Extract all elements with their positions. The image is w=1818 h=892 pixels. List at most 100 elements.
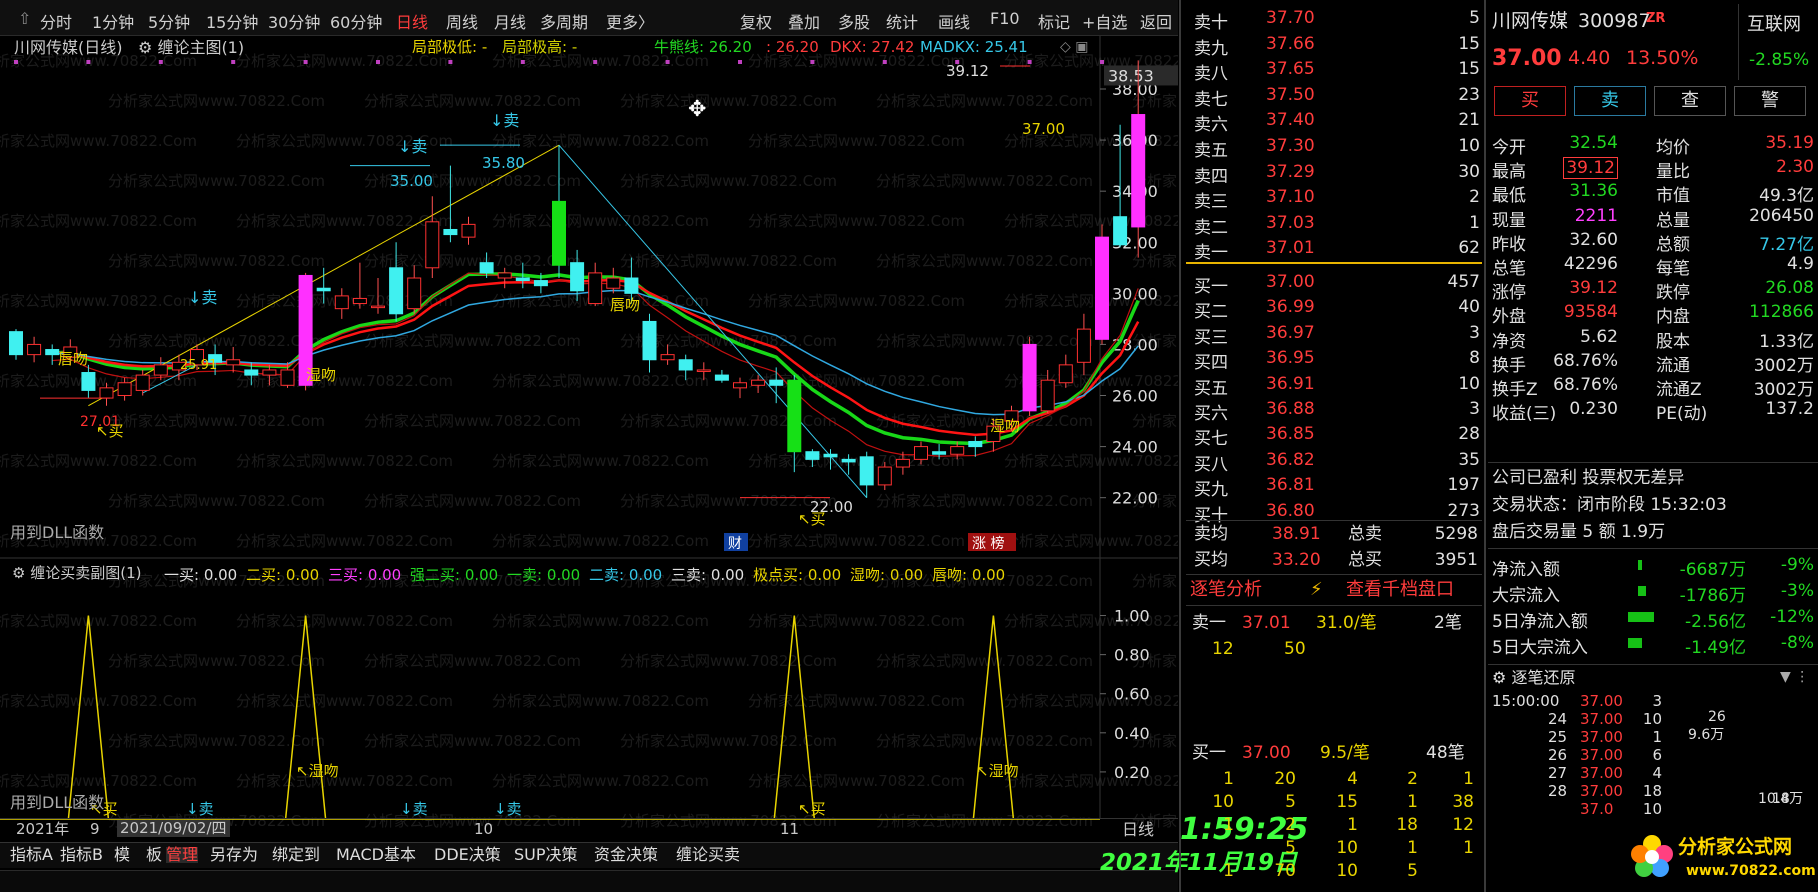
candle-body[interactable]: [1076, 328, 1091, 363]
book-row[interactable]: 卖十 37.70 5: [1186, 6, 1486, 33]
indicator-tab[interactable]: 另存为: [210, 847, 258, 863]
candle-body[interactable]: [877, 466, 892, 486]
indicator-tab[interactable]: 管理: [166, 847, 199, 863]
candle-body[interactable]: [841, 458, 856, 463]
book-row[interactable]: 卖八 37.65 15: [1186, 57, 1486, 84]
sell-button[interactable]: 卖: [1574, 86, 1646, 116]
candle-body[interactable]: [425, 221, 440, 269]
candle-body[interactable]: [733, 382, 747, 389]
candle-body[interactable]: [479, 262, 494, 274]
toolbar-nav-icon[interactable]: ⇧: [18, 9, 31, 28]
candle-body[interactable]: [968, 440, 983, 448]
candle-body[interactable]: [316, 287, 331, 292]
candle-body[interactable]: [1058, 364, 1073, 384]
tool-button[interactable]: F10: [990, 9, 1020, 28]
candle-body[interactable]: [117, 382, 132, 397]
candle-body[interactable]: [805, 451, 820, 460]
indicator-tab[interactable]: 绑定到: [272, 847, 320, 863]
candle-body[interactable]: [1022, 343, 1037, 412]
candle-body[interactable]: [1040, 379, 1055, 412]
candle-body[interactable]: [45, 349, 60, 356]
candle-body[interactable]: [280, 369, 295, 386]
book-row[interactable]: 卖三 37.10 2: [1186, 185, 1486, 212]
tool-button[interactable]: 叠加: [788, 9, 820, 33]
period-tab[interactable]: 60分钟: [330, 9, 382, 33]
book-row[interactable]: 买六 36.88 3: [1186, 397, 1486, 424]
candle-body[interactable]: [895, 458, 910, 468]
book-row[interactable]: 卖一 37.01 62: [1186, 236, 1486, 263]
diamond-icon[interactable]: ◇ ▣: [1060, 40, 1088, 54]
sub-chart-title[interactable]: ⚙ 缠论买卖副图(1): [12, 566, 141, 581]
candle-body[interactable]: [932, 451, 947, 455]
tab-level-book[interactable]: 查看千档盘口: [1346, 581, 1454, 599]
trades-title[interactable]: ⚙ 逐笔还原: [1492, 670, 1575, 686]
book-row[interactable]: 卖六 37.40 21: [1186, 108, 1486, 135]
candle-body[interactable]: [443, 228, 458, 236]
book-row[interactable]: 买五 36.91 10: [1186, 372, 1486, 399]
period-tab[interactable]: 日线: [396, 9, 428, 33]
tool-button[interactable]: 返回: [1140, 9, 1172, 33]
alert-button[interactable]: 警: [1734, 86, 1806, 116]
period-tab[interactable]: 1分钟: [92, 9, 134, 33]
indicator-tab[interactable]: SUP决策: [514, 847, 578, 863]
book-row[interactable]: 买二 36.99 40: [1186, 295, 1486, 322]
tool-button[interactable]: 画线: [938, 9, 970, 33]
period-tab[interactable]: 5分钟: [148, 9, 190, 33]
tool-button[interactable]: +自选: [1082, 9, 1127, 33]
candle-body[interactable]: [244, 369, 259, 376]
candle-body[interactable]: [515, 277, 530, 282]
period-tab[interactable]: 分时: [40, 9, 72, 33]
candle-body[interactable]: [334, 295, 349, 310]
candle-body[interactable]: [660, 354, 675, 361]
candle-body[interactable]: [371, 305, 385, 309]
candle-body[interactable]: [27, 343, 42, 356]
book-row[interactable]: 买八 36.82 35: [1186, 448, 1486, 475]
candle-body[interactable]: [1095, 236, 1109, 340]
candle-body[interactable]: [859, 456, 874, 486]
period-tab[interactable]: 月线: [494, 9, 526, 33]
candle-body[interactable]: [787, 379, 802, 453]
indicator-selector[interactable]: ⚙ 缠论主图(1): [138, 40, 244, 56]
book-row[interactable]: 卖四 37.29 30: [1186, 160, 1486, 187]
filter-icon[interactable]: ▼ ⋮: [1780, 670, 1809, 684]
kline-chart[interactable]: 分析家公式网www.70822.Com 分析家公式网www.70822.Com 分析…: [0, 36, 1349, 856]
buy-button[interactable]: 买: [1494, 86, 1566, 116]
period-tab[interactable]: 30分钟: [268, 9, 320, 33]
tool-button[interactable]: 多股: [838, 9, 870, 33]
indicator-tab[interactable]: MACD基本: [336, 847, 416, 863]
book-row[interactable]: 卖七 37.50 23: [1186, 83, 1486, 110]
candle-body[interactable]: [153, 364, 168, 376]
sector-box[interactable]: 互联网 -2.85%: [1738, 4, 1816, 80]
book-row[interactable]: 买四 36.95 8: [1186, 346, 1486, 373]
candle-body[interactable]: [751, 379, 766, 386]
candle-body[interactable]: [914, 446, 928, 460]
candle-body[interactable]: [552, 200, 566, 266]
indicator-tab[interactable]: 模: [114, 847, 130, 863]
candle-body[interactable]: [950, 446, 965, 455]
book-row[interactable]: 买三 36.97 3: [1186, 321, 1486, 348]
candle-body[interactable]: [135, 374, 150, 391]
book-row[interactable]: 卖二 37.03 1: [1186, 211, 1486, 238]
query-button[interactable]: 查: [1654, 86, 1726, 116]
candle-body[interactable]: [99, 387, 114, 399]
candle-body[interactable]: [606, 277, 621, 289]
candle-body[interactable]: [624, 277, 639, 294]
candle-body[interactable]: [497, 272, 512, 279]
indicator-tab[interactable]: 缠论买卖: [676, 847, 740, 863]
book-row[interactable]: 卖五 37.30 10: [1186, 134, 1486, 161]
book-row[interactable]: 买七 36.85 28: [1186, 422, 1486, 449]
candle-body[interactable]: [389, 267, 404, 315]
candle-body[interactable]: [9, 331, 23, 356]
candle-body[interactable]: [678, 359, 693, 371]
candle-body[interactable]: [588, 272, 603, 305]
tool-button[interactable]: 标记: [1038, 9, 1070, 33]
candle-body[interactable]: [1113, 216, 1128, 246]
candle-body[interactable]: [461, 223, 476, 238]
candle-body[interactable]: [570, 262, 585, 292]
tool-button[interactable]: 统计: [886, 9, 918, 33]
indicator-tab[interactable]: 资金决策: [594, 847, 658, 863]
candle-body[interactable]: [1131, 114, 1146, 228]
candle-body[interactable]: [714, 374, 729, 381]
candle-body[interactable]: [769, 379, 784, 386]
candle-body[interactable]: [696, 369, 711, 372]
